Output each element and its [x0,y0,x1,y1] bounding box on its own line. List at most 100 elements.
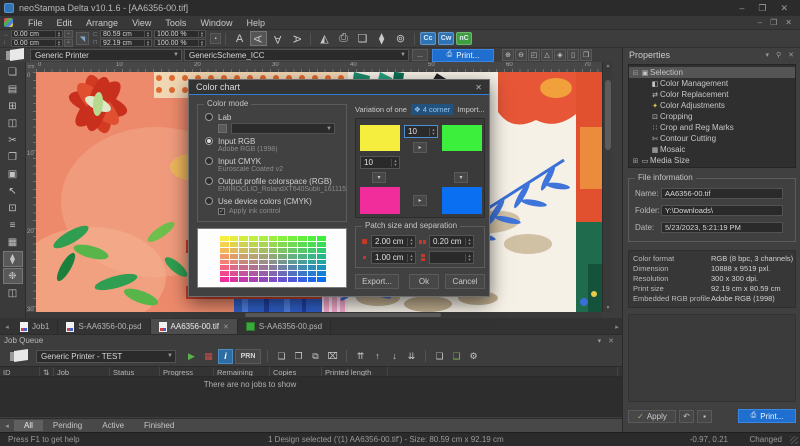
radio-icon[interactable] [205,177,213,185]
menu-tools[interactable]: Tools [158,18,193,28]
separation-h-input[interactable]: 0.20 cm▲▼ [429,235,474,248]
doc-tab-s-aa6356-00.psd[interactable]: S-AA6356-00.psd [238,319,331,334]
column-remaining[interactable]: Remaining [214,367,270,376]
tabs-left-icon[interactable]: ◂ [0,422,14,430]
ink-control-button[interactable]: ⧫ [373,31,390,46]
scrollbar-thumb[interactable] [245,313,441,317]
tree-item-media-size[interactable]: ⊞▭Media Size [629,155,795,166]
doc-tab-job1[interactable]: Job1 [12,319,58,334]
radio-icon[interactable] [205,137,213,145]
print-button-bottom[interactable]: ⎙ Print... [738,409,796,423]
maximize-icon[interactable]: ❐ [758,3,766,14]
ink-button[interactable]: ⧫ [3,251,23,267]
mdi-minimize-icon[interactable]: – [758,18,762,27]
start-queue-button[interactable]: ▶ [184,349,199,364]
separation-v-input[interactable]: ▲▼ [429,251,474,264]
width-input[interactable]: 80.59 cm▲▼ [100,30,152,38]
job-info-button[interactable]: i [218,349,233,364]
pin-icon[interactable]: ⚲ [776,51,781,59]
tree-item-mosaic[interactable]: ▦Mosaic [629,144,795,155]
copy-down-right-button[interactable]: ▾ [454,172,468,183]
select-button[interactable]: ↖ [3,183,23,199]
queue-tab-all[interactable]: All [14,420,43,431]
scheme-select[interactable]: GenericScheme_ICC▼ [184,49,409,61]
copy-button[interactable]: ❐ [3,149,23,165]
file-name-field[interactable]: AA6356-00.tif [661,188,783,199]
tree-item-selection[interactable]: ⊟▣Selection [629,67,795,78]
corner-swatch-blue[interactable] [442,187,482,214]
nest-jobs-button[interactable]: ❑ [449,349,464,364]
lab-dropdown[interactable]: ▼ [231,123,335,134]
corner-swatch-magenta[interactable] [360,187,400,214]
open-folder-button[interactable]: ▤ [3,81,23,97]
corner-swatch-green[interactable] [442,125,482,151]
patch-height-input[interactable]: 1.00 cm▲▼ [371,251,416,264]
position-x-input[interactable]: 0.00 cm▲▼ [11,30,63,38]
mirror-button[interactable]: ◭ [316,31,333,46]
palette-button[interactable]: ❉ [3,268,23,284]
four-corner-tab[interactable]: ❖4 corner [411,104,453,115]
zoom-out-icon[interactable]: ⊖ [515,49,527,61]
rotate-0-button[interactable]: A [231,31,248,46]
menu-edit[interactable]: Edit [50,18,80,28]
height-input[interactable]: 92.19 cm▲▼ [100,39,152,47]
queue-tab-pending[interactable]: Pending [43,420,92,431]
column-extra[interactable] [388,367,618,376]
app-cw-button[interactable]: Cw [438,32,454,45]
queue-printer-select[interactable]: Generic Printer - TEST▼ [36,350,176,363]
scroll-down-icon[interactable]: ▼ [603,305,613,311]
scale-y-input[interactable]: 100.00 %▲▼ [154,39,206,47]
duplicate-job-button[interactable]: ⧉ [308,349,323,364]
color-mode-option-3[interactable]: Output profile colorspace (RGB) [198,175,346,186]
menu-help[interactable]: Help [239,18,272,28]
radio-icon[interactable] [205,157,213,165]
reset-button[interactable]: ▪ [697,410,712,423]
decrement-button[interactable]: - [64,30,73,38]
radio-icon[interactable] [205,197,213,205]
move-bottom-button[interactable]: ⇊ [404,349,419,364]
app-nc-button[interactable]: nC [456,32,472,45]
menu-arrange[interactable]: Arrange [79,18,125,28]
increment-button[interactable]: ▫ [64,39,73,47]
tree-item-color-management[interactable]: ◧Color Management [629,78,795,89]
scrollbar-thumb[interactable] [605,80,611,150]
minimize-icon[interactable]: – [739,3,744,14]
paste-button[interactable]: ▣ [3,166,23,182]
tree-item-cropping[interactable]: ⊡Cropping [629,111,795,122]
position-y-input[interactable]: 0.00 cm▲▼ [11,39,63,47]
expander-icon[interactable]: ⊞ [631,157,640,165]
column-copies[interactable]: Copies [270,367,322,376]
column-job[interactable]: Job [54,367,110,376]
open-job-button[interactable]: ❐ [291,349,306,364]
column-id[interactable]: ID [0,367,40,376]
queue-tab-finished[interactable]: Finished [134,420,184,431]
left-steps-input[interactable]: 10▲▼ [360,156,400,169]
rotate-90-ccw-button[interactable]: A [250,31,267,46]
zoom-in-icon[interactable]: ⊕ [502,49,514,61]
doc-tab-aa6356-00.tif[interactable]: AA6356-00.tif✕ [151,319,238,334]
vertical-scrollbar[interactable]: ▲ ▼ [602,62,612,312]
column-status[interactable]: Status [110,367,160,376]
scroll-up-icon[interactable]: ▲ [603,63,613,69]
scale-x-input[interactable]: 100.00 %▲▼ [154,30,206,38]
app-cc-button[interactable]: Cc [420,32,436,45]
job-ticket-button[interactable]: ❏ [432,349,447,364]
cut-button[interactable]: ✂ [3,132,23,148]
radio-icon[interactable] [205,113,213,121]
rotate-90-cw-button[interactable]: A [288,31,305,46]
copy-right-bottom-button[interactable]: ▸ [413,195,427,206]
add-job-button[interactable]: ❏ [274,349,289,364]
top-steps-input[interactable]: 10▲▼ [404,125,438,138]
zoom-fit-icon[interactable]: △ [541,49,553,61]
jq-close-icon[interactable]: ✕ [608,337,614,345]
queue-settings-button[interactable]: ⚙ [466,349,481,364]
tree-item-crop-and-reg-marks[interactable]: ∷Crop and Reg Marks [629,122,795,133]
prn-button[interactable]: PRN [235,349,261,364]
color-mode-option-4[interactable]: Use device colors (CMYK) [198,195,346,206]
jq-collapse-icon[interactable]: ▾ [598,337,602,345]
color-mode-option-1[interactable]: Input RGB [198,135,346,146]
move-top-button[interactable]: ⇈ [353,349,368,364]
close-icon[interactable]: ✕ [780,3,788,14]
mosaic-button[interactable]: ◫ [3,285,23,301]
color-mode-option-2[interactable]: Input CMYK [198,155,346,166]
